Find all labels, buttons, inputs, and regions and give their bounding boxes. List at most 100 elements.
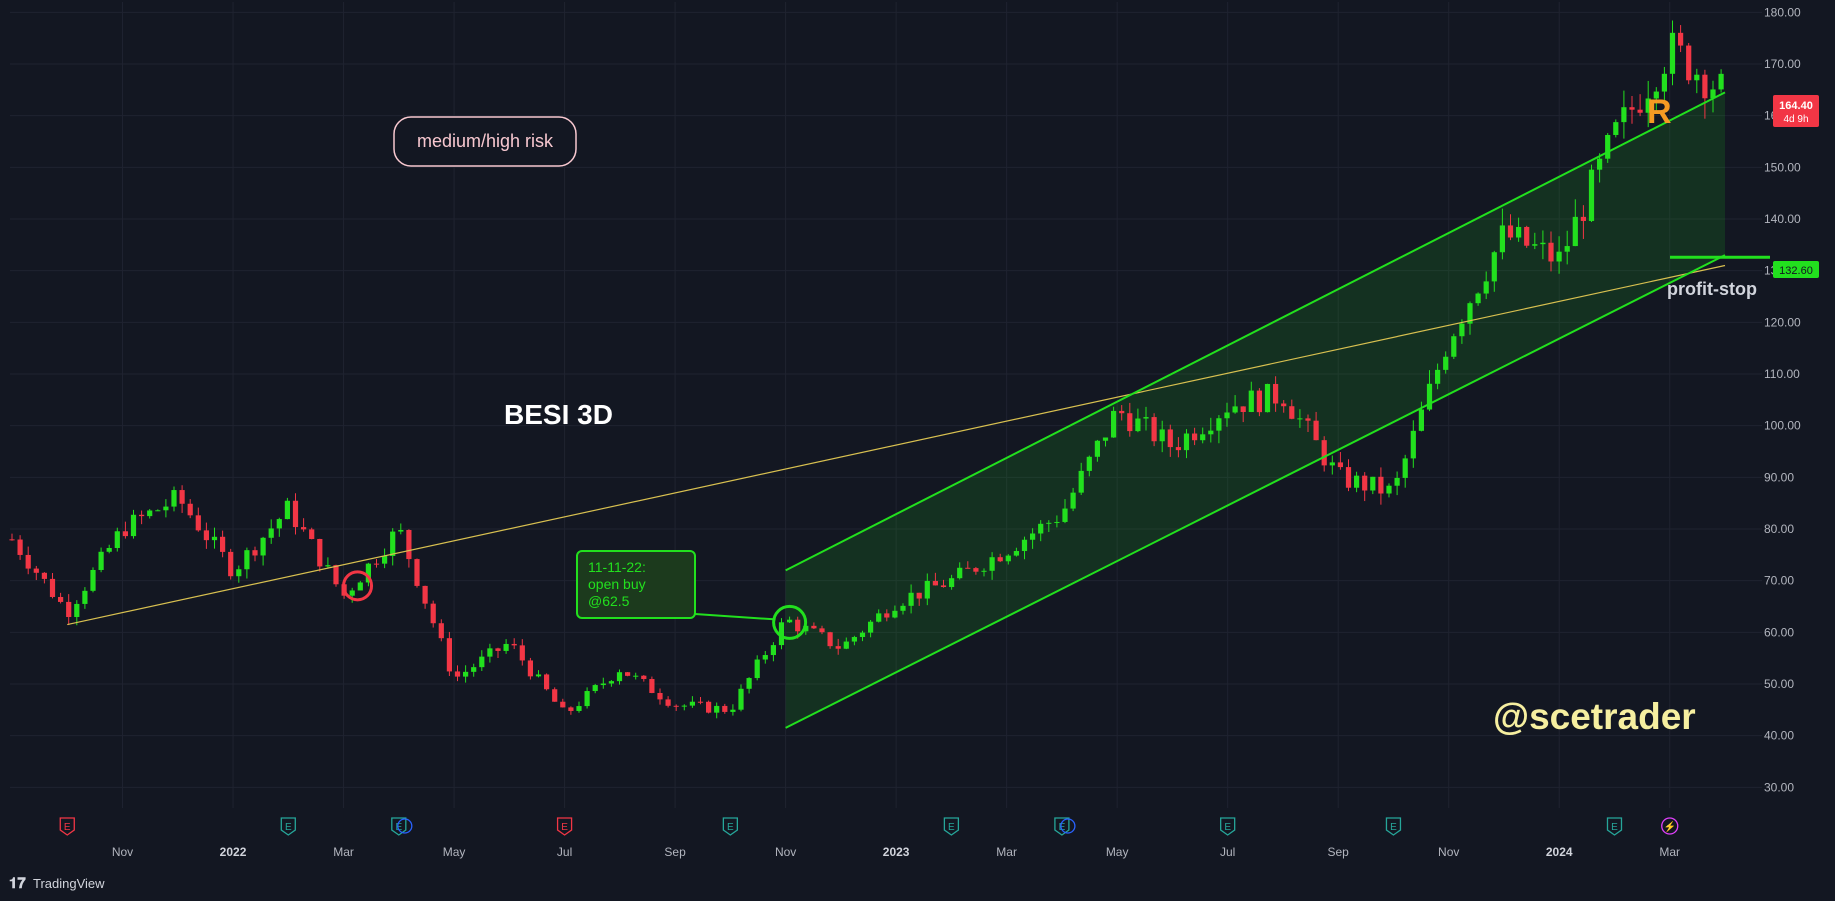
earnings-event-icon[interactable]: E (722, 817, 739, 836)
candle-body (1192, 433, 1198, 441)
candle-body (1086, 456, 1092, 471)
candle-body (1564, 246, 1570, 252)
candle-body (1119, 410, 1125, 414)
svg-text:E: E (1611, 822, 1618, 833)
candle-body (414, 559, 420, 586)
ticker-label: BESI 3D (504, 399, 613, 430)
candle-body (1459, 323, 1465, 337)
earnings-event-icon[interactable]: E (556, 817, 573, 836)
y-tick-label: 40.00 (1764, 729, 1794, 743)
trade-note[interactable]: 11-11-22: open buy @62.5 (576, 550, 696, 619)
candle-body (560, 701, 566, 708)
candle-body (625, 672, 631, 676)
candle-body (479, 656, 485, 668)
candle-body (357, 582, 363, 591)
candle-body (1321, 440, 1327, 466)
price-chart[interactable]: 30.00 40.00 50.00 60.00 70.00 80.00 90.00 100.0… (0, 0, 1835, 901)
tradingview-logo-label: TradingView (33, 876, 105, 891)
candle-body (155, 510, 161, 512)
y-tick-label: 140.00 (1764, 212, 1801, 226)
earnings-event-icon[interactable]: E (1385, 817, 1402, 836)
flash-event-icon[interactable]: ⚡ (1661, 817, 1679, 835)
x-tick-label: Nov (112, 845, 133, 859)
candle-body (17, 539, 23, 555)
candle-body (1175, 447, 1181, 451)
candle-body (1224, 412, 1230, 419)
candle-body (58, 596, 64, 602)
candle-body (981, 570, 987, 572)
candle-body (1281, 403, 1287, 407)
candle-body (584, 691, 590, 707)
tradingview-logo[interactable]: 𝟏𝟕 TradingView (9, 875, 105, 892)
earnings-event-icon[interactable]: E (59, 817, 75, 836)
candle-body (90, 569, 96, 591)
candle-body (1629, 107, 1635, 110)
candle-body (1030, 533, 1036, 540)
earnings-event-icon[interactable]: E (280, 817, 296, 836)
channel-lower-line[interactable] (785, 254, 1726, 729)
candle-body (187, 503, 193, 516)
resistance-label: R (1647, 93, 1672, 131)
candle-body (900, 605, 906, 611)
candle-body (1483, 281, 1489, 294)
x-tick-label: Jul (557, 845, 572, 859)
candle-body (211, 536, 218, 541)
x-tick-label: Mar (996, 845, 1017, 859)
candle-body (1661, 73, 1667, 92)
time-axis[interactable]: Nov 2022 Mar May Jul Sep Nov 2023 Mar May Jul Sep No… (112, 845, 1680, 859)
y-tick-label: 50.00 (1764, 677, 1794, 691)
candle-body (754, 659, 760, 679)
stop-price-tag[interactable]: 132.60 (1773, 261, 1819, 278)
x-tick-label: Nov (1438, 845, 1459, 859)
candle-body (1378, 476, 1384, 494)
x-tick-label: May (1106, 845, 1129, 859)
candle-body (697, 701, 704, 703)
last-price-tag[interactable]: 164.40 4d 9h (1773, 95, 1819, 127)
candle-body (665, 699, 671, 706)
candle-body (1540, 242, 1546, 245)
candle-body (1548, 242, 1554, 262)
candle-body (1451, 336, 1457, 357)
candle-body (1370, 476, 1376, 491)
candle-body (795, 619, 801, 632)
candle-body (1516, 226, 1522, 238)
candle-body (608, 681, 614, 684)
candle-body (1678, 32, 1684, 46)
candle-body (738, 688, 744, 710)
channel-upper-line[interactable] (785, 91, 1726, 572)
candle-body (1475, 293, 1481, 304)
y-tick-label: 170.00 (1764, 57, 1801, 71)
candle-body (908, 592, 914, 606)
candle-body (616, 672, 623, 682)
candle-body (139, 514, 145, 517)
svg-text:E: E (948, 822, 955, 833)
x-tick-label: 2023 (883, 845, 910, 859)
candle-body (471, 667, 477, 672)
candle-body (1021, 539, 1028, 552)
profit-stop-label: profit-stop (1667, 279, 1757, 299)
candle-body (535, 674, 542, 677)
candle-body (1273, 383, 1279, 404)
earnings-event-icon[interactable]: E (1220, 817, 1236, 836)
author-watermark: @scetrader (1493, 696, 1696, 737)
y-tick-label: 90.00 (1764, 470, 1794, 484)
candle-body (33, 568, 39, 573)
candle-body (1127, 413, 1133, 432)
earnings-event-icon[interactable]: E (943, 817, 960, 836)
earnings-event-icon[interactable]: E (1606, 817, 1623, 836)
candle-body (641, 675, 647, 680)
y-tick-label: 80.00 (1764, 522, 1794, 536)
candle-body (1718, 73, 1724, 90)
event-markers: E E E E E E E E E E ⚡ (59, 817, 1679, 836)
candle-body (1597, 158, 1603, 170)
risk-badge[interactable]: medium/high risk (393, 116, 577, 167)
exit-marker-circle[interactable] (342, 570, 374, 602)
candle-body (349, 590, 355, 596)
tradingview-logo-icon: 𝟏𝟕 (9, 875, 26, 892)
candle-body (1102, 437, 1109, 441)
candle-body (1702, 74, 1708, 99)
trade-note-line3: @62.5 (588, 593, 630, 609)
candle-body (66, 601, 72, 617)
candle-body (309, 529, 315, 539)
candle-body (163, 506, 169, 511)
